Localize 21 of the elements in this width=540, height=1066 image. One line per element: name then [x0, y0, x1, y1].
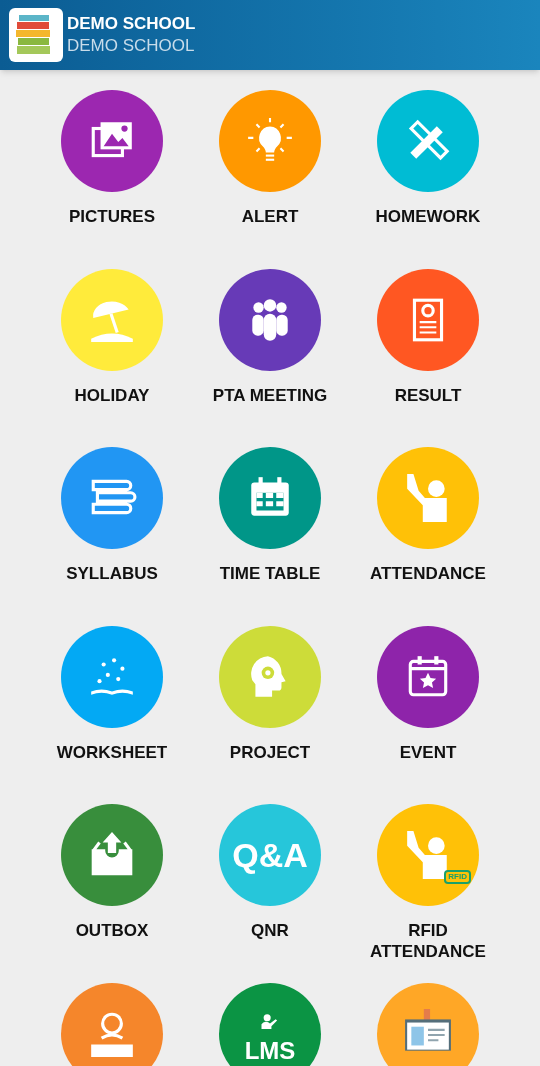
menu-tile[interactable]: ATTENDANCE — [349, 447, 507, 626]
menu-tile[interactable]: WORKSHEET — [33, 625, 191, 804]
menu-tile[interactable]: ALERT — [191, 90, 349, 269]
menu-tile[interactable]: RFID RFID ATTENDANCE — [349, 804, 507, 983]
menu-tile[interactable]: HOLIDAY — [33, 268, 191, 447]
menu-tile[interactable]: PROJECT — [191, 625, 349, 804]
menu-tile[interactable]: SYLLABUS — [33, 447, 191, 626]
menu-tile[interactable]: OUTBOX — [33, 804, 191, 983]
menu-tile[interactable]: Q&A QNR — [191, 804, 349, 983]
menu-tile[interactable]: PICTURES — [33, 90, 191, 269]
school-title: DEMO SCHOOL — [67, 13, 196, 35]
menu-tile[interactable]: TIME TABLE — [191, 447, 349, 626]
menu-tile[interactable]: LMS — [191, 982, 349, 1066]
menu-tile[interactable]: RESULT — [349, 268, 507, 447]
qa-logo-text: Q&A — [232, 838, 308, 872]
menu-tile[interactable]: HOMEWORK — [349, 90, 507, 269]
school-subtitle: DEMO SCHOOL — [67, 35, 196, 57]
rfid-badge: RFID — [444, 870, 471, 884]
menu-tile[interactable]: EVENT — [349, 625, 507, 804]
lms-logo-text: LMS — [244, 1038, 296, 1063]
menu-tile[interactable]: PTA MEETING — [191, 268, 349, 447]
